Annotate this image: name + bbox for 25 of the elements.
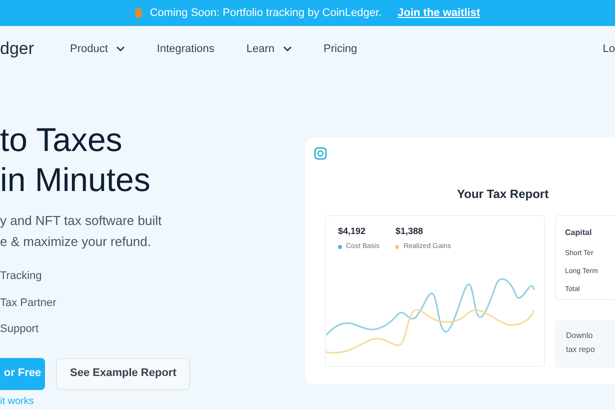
- feature-text: Support: [0, 322, 40, 337]
- hero-heading: in Minutes: [0, 160, 152, 200]
- stat-value: $1,388: [395, 225, 424, 238]
- flame-icon: [134, 8, 142, 18]
- logo-text[interactable]: dger: [0, 36, 70, 62]
- panel-title: Capital: [565, 227, 593, 239]
- nav-link[interactable]: Product: [70, 40, 125, 58]
- report-title: Your Tax Report: [457, 186, 550, 203]
- nav-link[interactable]: Integrations: [156, 40, 214, 58]
- feature-text: Tracking: [0, 269, 43, 284]
- chevron-down-icon: [282, 46, 292, 52]
- hero-heading: to Taxes: [0, 120, 124, 160]
- download-text: tax repo: [566, 344, 596, 356]
- nav-link[interactable]: Pricing: [324, 40, 358, 58]
- login-link[interactable]: Lo: [602, 40, 615, 58]
- nav-link[interactable]: Learn: [246, 40, 292, 58]
- banner-text: Coming Soon: Portfolio tracking by CoinLedger.: [150, 6, 382, 21]
- chevron-down-icon: [116, 46, 125, 52]
- feature-text: Tax Partner: [0, 296, 58, 310]
- hero-subtitle: e & maximize your refund.: [0, 233, 152, 251]
- logo-icon: [314, 147, 327, 160]
- download-text: Downlo: [566, 330, 594, 342]
- stat-value: $4,192: [338, 225, 367, 238]
- see-example-report-button[interactable]: See Example Report: [56, 358, 190, 390]
- hero-subtitle: y and NFT tax software built: [0, 212, 163, 230]
